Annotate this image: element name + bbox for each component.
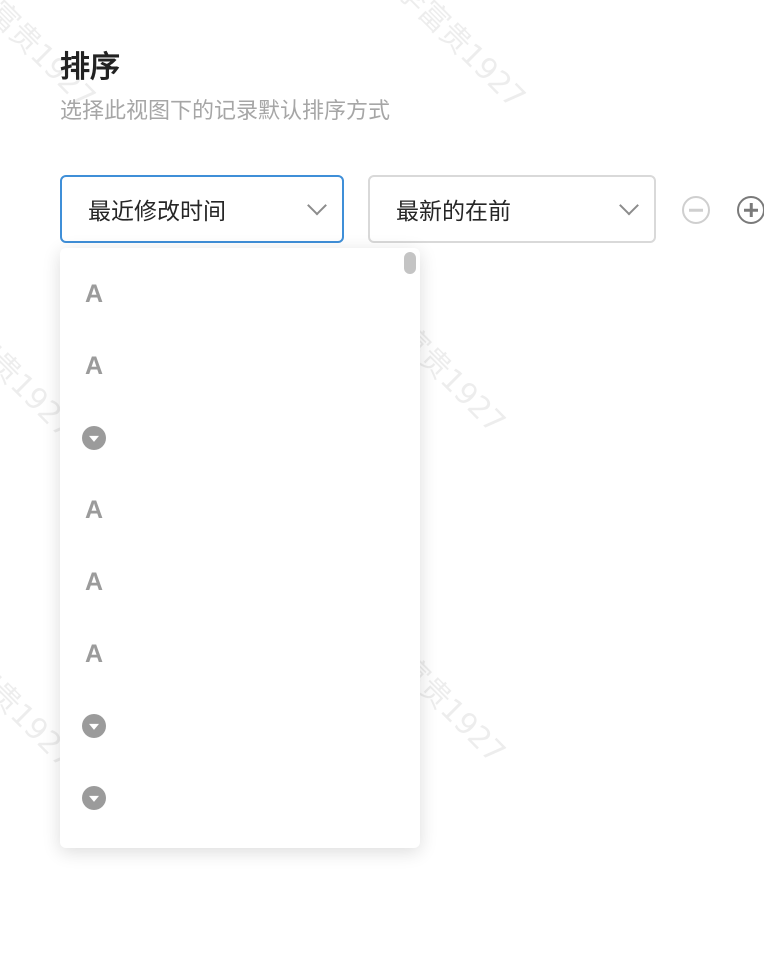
sort-field-select[interactable]: 最近修改时间 <box>60 175 344 243</box>
dropdown-option[interactable]: A <box>60 618 400 690</box>
dropdown-option[interactable]: A <box>60 258 400 330</box>
page-title: 排序 <box>60 50 120 85</box>
add-sort-button[interactable] <box>737 196 764 224</box>
sort-order-value: 最新的在前 <box>396 199 511 225</box>
text-field-icon: A <box>84 567 104 596</box>
chevron-down-icon <box>307 195 327 216</box>
scrollbar-thumb[interactable] <box>404 252 416 274</box>
dropdown-option[interactable] <box>60 402 400 474</box>
dropdown-option[interactable]: A <box>60 474 400 546</box>
sort-order-select[interactable]: 最新的在前 <box>368 175 656 243</box>
text-field-icon: A <box>84 351 104 380</box>
single-select-icon <box>82 426 106 450</box>
sort-field-value: 最近修改时间 <box>88 199 226 225</box>
single-select-icon <box>82 714 106 738</box>
dropdown-option[interactable]: A <box>60 330 400 402</box>
dropdown-option[interactable] <box>60 762 400 834</box>
text-field-icon: A <box>84 495 104 524</box>
page-subtitle: 选择此视图下的记录默认排序方式 <box>60 99 391 124</box>
single-select-icon <box>82 786 106 810</box>
dropdown-option[interactable]: A <box>60 546 400 618</box>
text-field-icon: A <box>84 279 104 308</box>
dropdown-option[interactable] <box>60 690 400 762</box>
text-field-icon: A <box>84 639 104 668</box>
chevron-down-icon <box>619 195 639 216</box>
field-dropdown-menu: A A A A A <box>60 248 420 848</box>
watermark: 李富贵1927 <box>389 0 532 116</box>
remove-sort-button[interactable] <box>682 196 710 224</box>
